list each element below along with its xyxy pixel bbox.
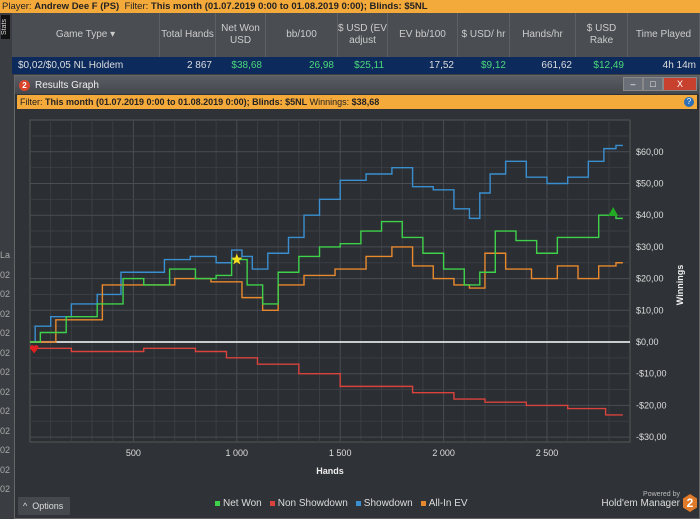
legend-label: Showdown [363,498,413,509]
y-tick-label: $60,00 [636,147,664,157]
y-tick-label: -$10,00 [636,369,667,379]
y-axis-label: Winnings [675,265,685,305]
legend-item[interactable]: Net Won [215,498,262,509]
legend-swatch [269,501,275,506]
legend-item[interactable]: Non Showdown [269,498,348,509]
x-tick-label: 1 000 [226,448,249,458]
options-label: Options [32,501,64,511]
powered-by: Powered by Hold'em Manager [601,490,680,509]
legend-item[interactable]: Showdown [355,498,413,509]
options-button[interactable]: ^ Options [18,497,70,515]
legend-label: All-In EV [428,498,468,509]
plot-area [29,119,631,443]
y-tick-label: -$30,00 [636,432,667,442]
chart-legend: Net Won Non Showdown Showdown All-In EV [215,498,468,509]
legend-label: Net Won [223,498,262,509]
legend-item[interactable]: All-In EV [420,498,468,509]
x-axis-label: Hands [316,466,344,476]
legend-swatch [420,501,426,506]
results-chart: -$30,00 -$20,00 -$10,00 $0,00 $10,00 $20,00 $3… [29,119,685,476]
legend-swatch [355,501,361,506]
y-tick-label: $20,00 [636,274,664,284]
y-tick-label: $40,00 [636,210,664,220]
x-tick-label: 1 500 [329,448,352,458]
y-tick-label: $50,00 [636,179,664,189]
y-tick-label: $10,00 [636,305,664,315]
legend-swatch [215,501,220,506]
legend-label: Non Showdown [277,498,348,509]
brand-name: Hold'em Manager [601,498,680,509]
x-tick-label: 500 [126,448,141,458]
x-tick-label: 2 500 [536,448,559,458]
x-tick-label: 2 000 [432,448,455,458]
y-tick-label: -$20,00 [636,400,667,410]
y-tick-label: $0,00 [636,337,659,347]
y-tick-label: $30,00 [636,242,664,252]
